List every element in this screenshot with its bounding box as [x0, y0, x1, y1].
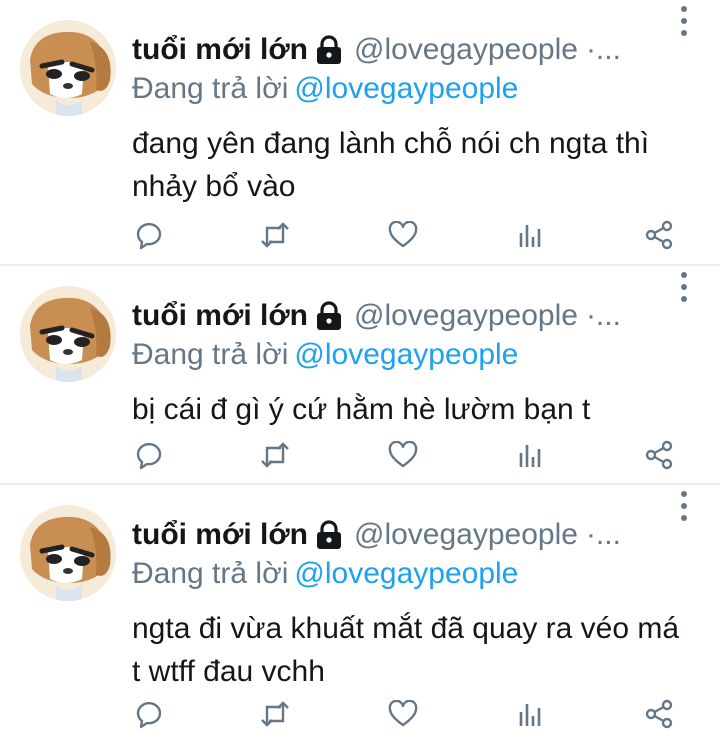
replying-to-label: Đang trả lời	[132, 338, 289, 371]
reply-mention[interactable]: @lovegaypeople	[294, 338, 518, 371]
more-vertical-icon[interactable]	[680, 272, 688, 302]
analytics-icon[interactable]	[514, 218, 548, 252]
lock-icon	[316, 520, 342, 550]
reply-mention[interactable]: @lovegaypeople	[294, 557, 518, 590]
tweet-header: tuổi mới lớn @lovegaypeople ·...	[132, 296, 700, 336]
replying-to-label: Đang trả lời	[132, 72, 289, 105]
tweet-header: tuổi mới lớn @lovegaypeople ·...	[132, 515, 700, 555]
reply-icon[interactable]	[132, 218, 166, 252]
tweet[interactable]: tuổi mới lớn @lovegaypeople ·... Đang tr…	[0, 485, 720, 741]
replying-to-label: Đang trả lời	[132, 557, 289, 590]
display-name[interactable]: tuổi mới lớn	[132, 299, 308, 333]
handle-truncation: ·...	[585, 299, 621, 332]
analytics-icon[interactable]	[514, 438, 548, 472]
tweet-text: đang yên đang lành chỗ nói ch ngta thì n…	[132, 127, 650, 203]
like-icon[interactable]	[386, 438, 420, 472]
more-vertical-icon[interactable]	[680, 6, 688, 36]
replying-to: Đang trả lời @lovegaypeople	[132, 338, 518, 372]
reply-icon[interactable]	[132, 438, 166, 472]
tweet-text: ngta đi vừa khuất mắt đã quay ra véo má …	[132, 612, 680, 688]
tweet[interactable]: tuổi mới lớn @lovegaypeople ·... Đang tr…	[0, 266, 720, 485]
lock-icon	[316, 301, 342, 331]
share-icon[interactable]	[642, 218, 676, 252]
reply-mention[interactable]: @lovegaypeople	[294, 72, 518, 105]
tweet-actions	[132, 218, 700, 252]
retweet-icon[interactable]	[258, 438, 292, 472]
avatar[interactable]	[20, 20, 116, 116]
display-name[interactable]: tuổi mới lớn	[132, 33, 308, 67]
share-icon[interactable]	[642, 438, 676, 472]
handle[interactable]: @lovegaypeople	[354, 33, 578, 67]
retweet-icon[interactable]	[258, 218, 292, 252]
tweet-actions	[132, 697, 700, 731]
replying-to: Đang trả lời @lovegaypeople	[132, 72, 518, 106]
lock-icon	[316, 35, 342, 65]
handle[interactable]: @lovegaypeople	[354, 518, 578, 552]
share-icon[interactable]	[642, 697, 676, 731]
tweet[interactable]: tuổi mới lớn @lovegaypeople ·... Đang tr…	[0, 0, 720, 266]
avatar[interactable]	[20, 505, 116, 601]
like-icon[interactable]	[386, 697, 420, 731]
analytics-icon[interactable]	[514, 697, 548, 731]
replying-to: Đang trả lời @lovegaypeople	[132, 557, 518, 591]
retweet-icon[interactable]	[258, 697, 292, 731]
display-name[interactable]: tuổi mới lớn	[132, 518, 308, 552]
more-vertical-icon[interactable]	[680, 491, 688, 521]
handle[interactable]: @lovegaypeople	[354, 299, 578, 333]
handle-truncation: ·...	[585, 518, 621, 551]
tweet-text: bị cái đ gì ý cứ hằm hè lườm bạn t	[132, 393, 591, 426]
handle-truncation: ·...	[585, 33, 621, 66]
tweet-header: tuổi mới lớn @lovegaypeople ·...	[132, 30, 700, 70]
tweet-actions	[132, 438, 700, 472]
like-icon[interactable]	[386, 218, 420, 252]
reply-icon[interactable]	[132, 697, 166, 731]
avatar[interactable]	[20, 286, 116, 382]
